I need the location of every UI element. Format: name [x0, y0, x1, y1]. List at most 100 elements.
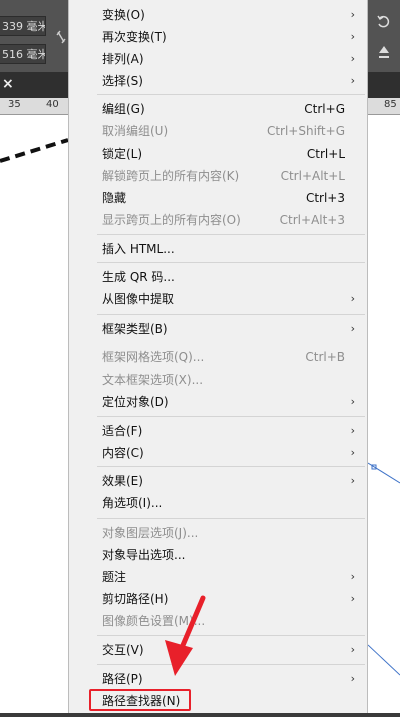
menu-item[interactable]: 框架类型(B) ›: [69, 318, 367, 340]
menu-item[interactable]: 角选项(I)...: [69, 492, 367, 514]
submenu-arrow-icon: ›: [350, 474, 355, 487]
menu-item[interactable]: 框架网格选项(Q)... Ctrl+B: [69, 346, 367, 368]
menu-item-label: 再次变换(T): [102, 30, 167, 44]
menu-item-label: 隐藏: [102, 191, 127, 205]
menu-item[interactable]: 变换(O) ›: [69, 4, 367, 26]
menu-item-shortcut: Ctrl+L: [306, 147, 345, 161]
menu-item[interactable]: 图像颜色设置(M)...: [69, 610, 367, 632]
menu-item[interactable]: 对象导出选项...: [69, 544, 367, 566]
menu-item-label: 排列(A): [102, 52, 144, 66]
menu-item-label: 交互(V): [102, 643, 144, 657]
menu-item-label: 框架类型(B): [102, 322, 168, 336]
menu-item[interactable]: 内容(C) ›: [69, 442, 367, 464]
menu-item-label: 定位对象(D): [102, 395, 169, 409]
constrain-proportions-icon[interactable]: [55, 30, 67, 44]
menu-separator: [97, 234, 365, 235]
close-tab-icon[interactable]: ×: [2, 76, 14, 92]
submenu-arrow-icon: ›: [350, 52, 355, 65]
submenu-arrow-icon: ›: [350, 643, 355, 656]
menu-item-label: 图像颜色设置(M)...: [102, 614, 206, 628]
menu-item[interactable]: 再次变换(T) ›: [69, 26, 367, 48]
submenu-arrow-icon: ›: [350, 592, 355, 605]
menu-item-label: 路径(P): [102, 672, 143, 686]
ruler-tick-label: 85: [384, 99, 397, 110]
menu-item[interactable]: 插入 HTML...: [69, 238, 367, 260]
menu-item-shortcut: Ctrl+B: [305, 350, 345, 364]
menu-item[interactable]: 对象图层选项(J)...: [69, 522, 367, 544]
menu-item-label: 对象图层选项(J)...: [102, 526, 199, 540]
ruler-tick-label: 35: [8, 99, 21, 110]
horizontal-ruler-right: 85: [368, 98, 400, 115]
menu-item-label: 选择(S): [102, 74, 143, 88]
menu-item-label: 框架网格选项(Q)...: [102, 350, 205, 364]
submenu-arrow-icon: ›: [350, 570, 355, 583]
submenu-arrow-icon: ›: [350, 424, 355, 437]
menu-separator: [97, 466, 365, 467]
menu-item[interactable]: 文本框架选项(X)...: [69, 369, 367, 391]
menu-item-label: 剪切路径(H): [102, 592, 169, 606]
menu-item[interactable]: 解锁跨页上的所有内容(K) Ctrl+Alt+L: [69, 165, 367, 187]
menu-item-label: 显示跨页上的所有内容(O): [102, 213, 241, 227]
menu-item[interactable]: 路径(P) ›: [69, 668, 367, 690]
menu-item[interactable]: 选择(S) ›: [69, 70, 367, 92]
height-field[interactable]: 516 毫米: [0, 44, 46, 64]
menu-item-shortcut: Ctrl+G: [304, 102, 345, 116]
menu-item-label: 对象导出选项...: [102, 548, 186, 562]
submenu-arrow-icon: ›: [350, 322, 355, 335]
menu-item[interactable]: 交互(V) ›: [69, 639, 367, 661]
menu-separator: [97, 314, 365, 315]
annotation-highlight-box: [89, 689, 191, 711]
submenu-arrow-icon: ›: [350, 292, 355, 305]
object-context-menu[interactable]: 变换(O) › 再次变换(T) › 排列(A) › 选择(S) › 编组(G) Ctrl+G 取消编…: [68, 0, 368, 713]
canvas-right[interactable]: [367, 115, 400, 713]
menu-separator: [97, 664, 365, 665]
menu-item-label: 内容(C): [102, 446, 144, 460]
menu-item-label: 效果(E): [102, 474, 143, 488]
menu-item[interactable]: 隐藏 Ctrl+3: [69, 187, 367, 209]
menu-item[interactable]: 效果(E) ›: [69, 470, 367, 492]
menu-item[interactable]: 排列(A) ›: [69, 48, 367, 70]
menu-separator: [97, 635, 365, 636]
menu-item-shortcut: Ctrl+3: [305, 191, 345, 205]
menu-separator: [97, 416, 365, 417]
menu-item-label: 锁定(L): [102, 147, 143, 161]
menu-item-label: 角选项(I)...: [102, 496, 163, 510]
menu-item[interactable]: 题注 ›: [69, 566, 367, 588]
submenu-arrow-icon: ›: [350, 30, 355, 43]
menu-item-label: 适合(F): [102, 424, 143, 438]
menu-item-label: 题注: [102, 570, 127, 584]
submenu-arrow-icon: ›: [350, 446, 355, 459]
menu-item[interactable]: 生成 QR 码...: [69, 266, 367, 288]
menu-item-label: 取消编组(U): [102, 124, 169, 138]
submenu-arrow-icon: ›: [350, 74, 355, 87]
menu-item[interactable]: 编组(G) Ctrl+G: [69, 98, 367, 120]
flip-icon[interactable]: [376, 44, 392, 64]
menu-item[interactable]: 剪切路径(H) ›: [69, 588, 367, 610]
menu-item[interactable]: 定位对象(D) ›: [69, 391, 367, 413]
submenu-arrow-icon: ›: [350, 8, 355, 21]
menu-separator: [97, 94, 365, 95]
menu-separator: [97, 262, 365, 263]
menu-item-shortcut: Ctrl+Alt+L: [280, 169, 345, 183]
menu-item[interactable]: 从图像中提取 ›: [69, 288, 367, 310]
menu-item-label: 插入 HTML...: [102, 242, 175, 256]
submenu-arrow-icon: ›: [350, 672, 355, 685]
submenu-arrow-icon: ›: [350, 395, 355, 408]
ruler-tick-label: 40: [46, 99, 59, 110]
blue-guide-lines: [367, 462, 400, 676]
menu-item[interactable]: 锁定(L) Ctrl+L: [69, 143, 367, 165]
canvas-left[interactable]: [0, 115, 69, 713]
width-field[interactable]: 339 毫米: [0, 16, 46, 36]
horizontal-ruler-left: 35 40: [0, 98, 68, 115]
menu-item[interactable]: 显示跨页上的所有内容(O) Ctrl+Alt+3: [69, 209, 367, 231]
menu-item[interactable]: 取消编组(U) Ctrl+Shift+G: [69, 120, 367, 142]
menu-item[interactable]: 适合(F) ›: [69, 420, 367, 442]
control-panel-right: [368, 0, 400, 72]
rotate-icon[interactable]: [376, 14, 392, 34]
menu-item-shortcut: Ctrl+Alt+3: [279, 213, 345, 227]
menu-item-label: 文本框架选项(X)...: [102, 373, 204, 387]
menu-item-shortcut: Ctrl+Shift+G: [266, 124, 345, 138]
menu-separator: [97, 518, 365, 519]
menu-item-label: 生成 QR 码...: [102, 270, 175, 284]
document-tab-bar-right: [368, 72, 400, 98]
